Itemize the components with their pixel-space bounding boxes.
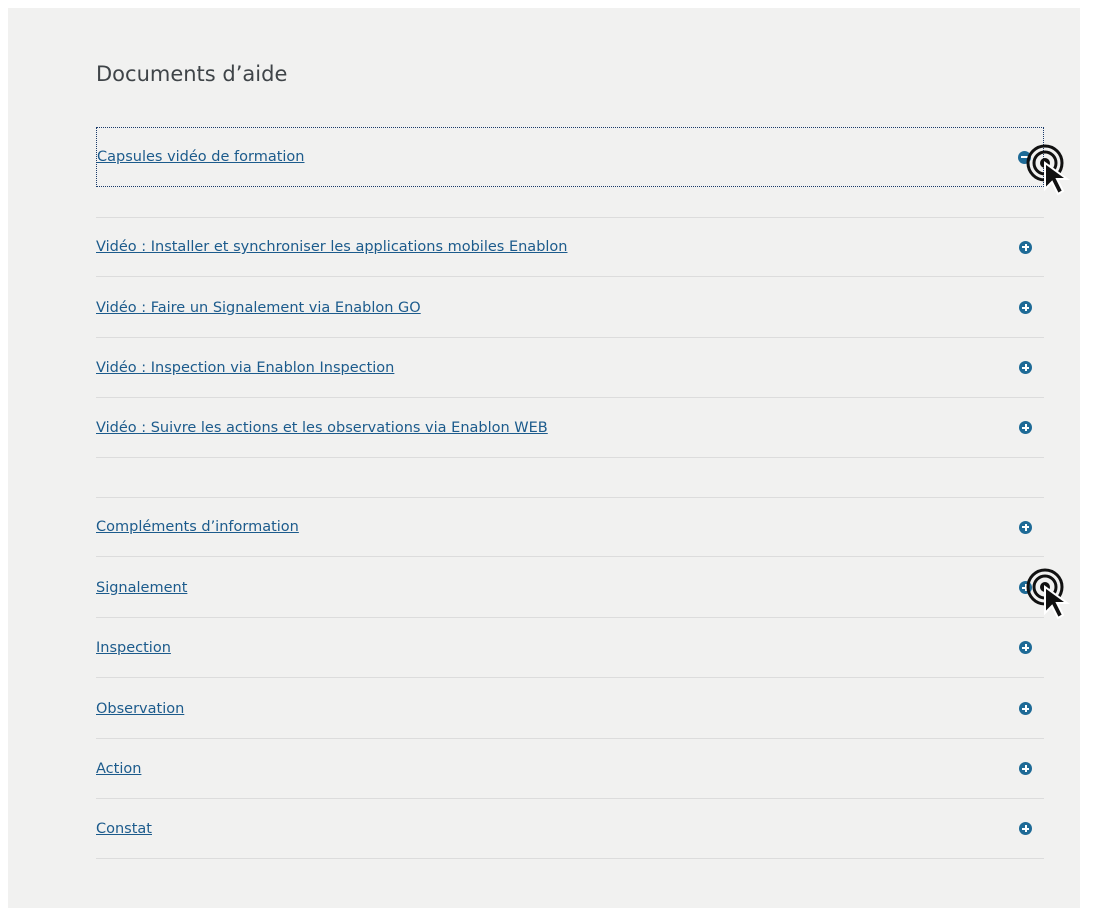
plus-circle-icon[interactable] — [1019, 520, 1032, 534]
video-inspection-link[interactable]: Vidéo : Inspection via Enablon Inspectio… — [96, 360, 394, 376]
page-title: Documents d’aide — [96, 62, 288, 86]
list-item[interactable]: Compléments d’information — [96, 497, 1044, 557]
observation-link[interactable]: Observation — [96, 701, 184, 717]
plus-circle-icon[interactable] — [1019, 822, 1032, 835]
video-signalement-link[interactable]: Vidéo : Faire un Signalement via Enablon… — [96, 300, 421, 316]
list-item[interactable]: Signalement — [96, 558, 1044, 618]
signalement-link[interactable]: Signalement — [96, 580, 187, 596]
list-item[interactable]: Action — [96, 739, 1044, 799]
plus-circle-icon[interactable] — [1019, 301, 1032, 314]
list-item[interactable]: Observation — [96, 679, 1044, 739]
plus-circle-icon[interactable] — [1019, 240, 1032, 254]
capsules-link[interactable]: Capsules vidéo de formation — [97, 149, 305, 165]
list-item[interactable]: Vidéo : Installer et synchroniser les ap… — [96, 217, 1044, 277]
action-link[interactable]: Action — [96, 761, 141, 777]
video-suivre-link[interactable]: Vidéo : Suivre les actions et les observ… — [96, 420, 548, 436]
plus-circle-icon[interactable] — [1019, 702, 1032, 715]
constat-link[interactable]: Constat — [96, 821, 152, 837]
plus-circle-icon[interactable] — [1019, 421, 1032, 434]
inspection-link[interactable]: Inspection — [96, 640, 171, 656]
list-item[interactable]: Vidéo : Inspection via Enablon Inspectio… — [96, 338, 1044, 398]
plus-circle-icon[interactable] — [1019, 762, 1032, 775]
plus-circle-icon[interactable] — [1019, 361, 1032, 374]
accordion-header-capsules[interactable]: Capsules vidéo de formation — [96, 127, 1044, 187]
minus-circle-icon[interactable] — [1018, 150, 1031, 164]
list-item[interactable]: Inspection — [96, 618, 1044, 678]
help-documents-panel: Documents d’aide Capsules vidéo de forma… — [8, 8, 1080, 908]
list-item[interactable]: Vidéo : Suivre les actions et les observ… — [96, 398, 1044, 458]
list-item[interactable]: Constat — [96, 799, 1044, 859]
video-install-link[interactable]: Vidéo : Installer et synchroniser les ap… — [96, 239, 567, 255]
complements-link[interactable]: Compléments d’information — [96, 519, 299, 535]
list-item[interactable]: Vidéo : Faire un Signalement via Enablon… — [96, 278, 1044, 338]
plus-circle-icon[interactable] — [1019, 581, 1032, 594]
plus-circle-icon[interactable] — [1019, 641, 1032, 654]
